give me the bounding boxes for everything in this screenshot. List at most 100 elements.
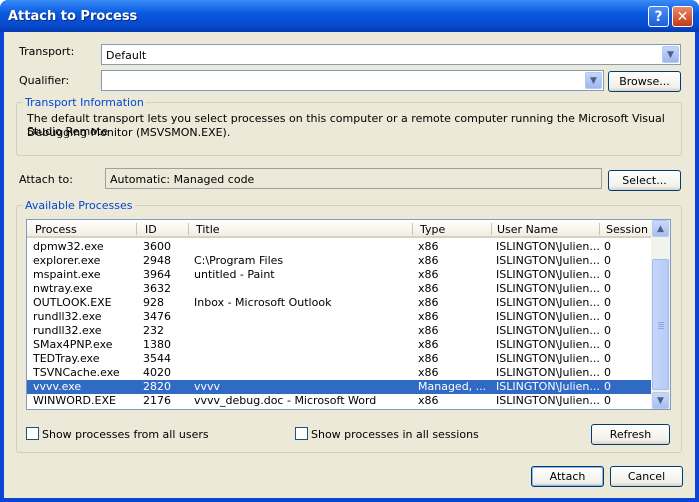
cell-title: untitled - Paint	[194, 268, 275, 281]
process-list[interactable]: Process ID Title Type User Name Session …	[26, 219, 671, 410]
cell-type: x86	[418, 296, 439, 309]
cell-user-name: ISLINGTON\Julien...	[496, 282, 600, 295]
cell-process: explorer.exe	[33, 254, 101, 267]
table-row[interactable]: rundll32.exe 232 x86 ISLINGTON\Julien... 0	[27, 324, 651, 338]
cell-type: x86	[418, 338, 439, 351]
cell-process: nwtray.exe	[33, 282, 93, 295]
grip-line	[658, 326, 664, 327]
transport-info-title: Transport Information	[23, 96, 146, 109]
all-users-checkbox[interactable]	[26, 427, 39, 440]
help-button[interactable]: ?	[648, 6, 669, 27]
cell-type: x86	[418, 240, 439, 253]
title-bar[interactable]: Attach to Process ? ✕	[0, 0, 699, 32]
cell-process: SMax4PNP.exe	[33, 338, 113, 351]
cell-id: 2820	[143, 380, 171, 393]
attach-to-value: Automatic: Managed code	[110, 173, 255, 186]
scroll-up-icon[interactable]: ▲	[652, 220, 669, 237]
cell-session: 0	[604, 394, 611, 407]
cell-id: 4020	[143, 366, 171, 379]
attach-button[interactable]: Attach	[531, 466, 604, 487]
column-separator[interactable]	[188, 223, 189, 235]
close-button[interactable]: ✕	[672, 6, 693, 27]
select-button[interactable]: Select...	[608, 170, 681, 191]
browse-button[interactable]: Browse...	[608, 71, 681, 92]
dialog-title: Attach to Process	[8, 9, 138, 24]
cell-process: rundll32.exe	[33, 324, 102, 337]
cell-type: x86	[418, 282, 439, 295]
cell-process: TEDTray.exe	[33, 352, 100, 365]
table-row[interactable]: vvvv.exe 2820 vvvv Managed, ... ISLINGTON\Ju…	[27, 380, 651, 394]
table-row[interactable]: TSVNCache.exe 4020 x86 ISLINGTON\Julien... 0	[27, 366, 651, 380]
qualifier-combo[interactable]: ▼	[101, 70, 604, 91]
cell-title: Inbox - Microsoft Outlook	[194, 296, 332, 309]
all-sessions-checkbox[interactable]	[295, 427, 308, 440]
cell-session: 0	[604, 380, 611, 393]
column-header-id[interactable]: ID	[145, 223, 157, 236]
cell-id: 3544	[143, 352, 171, 365]
cell-session: 0	[604, 338, 611, 351]
table-row[interactable]: explorer.exe 2948 C:\Program Files x86 ISLIN…	[27, 254, 651, 268]
table-row[interactable]: rundll32.exe 3476 x86 ISLINGTON\Julien... 0	[27, 310, 651, 324]
column-header-title[interactable]: Title	[196, 223, 220, 236]
column-separator[interactable]	[412, 223, 413, 235]
column-separator[interactable]	[136, 223, 137, 235]
cell-session: 0	[604, 254, 611, 267]
attach-to-process-dialog: Attach to Process ? ✕ Transport: Default…	[0, 0, 699, 502]
column-separator[interactable]	[491, 223, 492, 235]
cell-user-name: ISLINGTON\Julien...	[496, 394, 600, 407]
available-processes-title: Available Processes	[23, 199, 135, 212]
cell-title: C:\Program Files	[194, 254, 284, 267]
column-header-session[interactable]: Session	[606, 223, 648, 236]
table-row[interactable]: SMax4PNP.exe 1380 x86 ISLINGTON\Julien... 0	[27, 338, 651, 352]
table-row[interactable]: dpmw32.exe 3600 x86 ISLINGTON\Julien... 0	[27, 240, 651, 254]
column-separator[interactable]	[599, 223, 600, 235]
cell-title: vvvv	[194, 380, 221, 393]
cell-id: 3600	[143, 240, 171, 253]
table-row[interactable]: nwtray.exe 3632 x86 ISLINGTON\Julien... 0	[27, 282, 651, 296]
scroll-down-icon[interactable]: ▼	[652, 392, 669, 409]
cell-process: OUTLOOK.EXE	[33, 296, 112, 309]
transport-info-group: Transport Information The default transp…	[16, 96, 682, 156]
cell-session: 0	[604, 352, 611, 365]
vertical-scrollbar[interactable]: ▲ ▼	[651, 220, 670, 409]
table-row[interactable]: WINWORD.EXE 2176 vvvv_debug.doc - Microsof…	[27, 394, 651, 408]
cell-session: 0	[604, 282, 611, 295]
cell-process: WINWORD.EXE	[33, 394, 116, 407]
cell-session: 0	[604, 296, 611, 309]
cell-process: vvvv.exe	[33, 380, 82, 393]
transport-combo[interactable]: Default ▼	[101, 44, 681, 65]
transport-label: Transport:	[19, 45, 75, 58]
attach-to-field: Automatic: Managed code	[105, 168, 602, 189]
table-row[interactable]: TEDTray.exe 3544 x86 ISLINGTON\Julien... 0	[27, 352, 651, 366]
cell-id: 2948	[143, 254, 171, 267]
qualifier-label: Qualifier:	[19, 74, 70, 87]
transport-value: Default	[106, 49, 147, 62]
cell-user-name: ISLINGTON\Julien...	[496, 366, 600, 379]
cell-user-name: ISLINGTON\Julien...	[496, 352, 600, 365]
chevron-down-icon[interactable]: ▼	[585, 72, 602, 89]
table-row[interactable]: OUTLOOK.EXE 928 Inbox - Microsoft Outlook x…	[27, 296, 651, 310]
cell-type: x86	[418, 394, 439, 407]
cancel-button[interactable]: Cancel	[610, 466, 683, 487]
column-header-process[interactable]: Process	[35, 223, 77, 236]
cell-user-name: ISLINGTON\Julien...	[496, 380, 600, 393]
cell-type: x86	[418, 310, 439, 323]
cell-id: 3632	[143, 282, 171, 295]
grip-line	[658, 324, 664, 325]
cell-process: rundll32.exe	[33, 310, 102, 323]
refresh-button[interactable]: Refresh	[591, 424, 670, 445]
cell-session: 0	[604, 240, 611, 253]
cell-type: x86	[418, 254, 439, 267]
cell-user-name: ISLINGTON\Julien...	[496, 338, 600, 351]
column-header-user-name[interactable]: User Name	[497, 223, 558, 236]
cell-id: 3476	[143, 310, 171, 323]
grip-line	[658, 322, 664, 323]
cell-process: TSVNCache.exe	[33, 366, 120, 379]
all-users-label: Show processes from all users	[42, 428, 209, 441]
column-header-type[interactable]: Type	[420, 223, 445, 236]
cell-type: Managed, ...	[418, 380, 487, 393]
chevron-down-icon[interactable]: ▼	[662, 46, 679, 63]
scroll-thumb[interactable]	[652, 259, 669, 390]
table-row[interactable]: mspaint.exe 3964 untitled - Paint x86 ISLING…	[27, 268, 651, 282]
cell-type: x86	[418, 352, 439, 365]
